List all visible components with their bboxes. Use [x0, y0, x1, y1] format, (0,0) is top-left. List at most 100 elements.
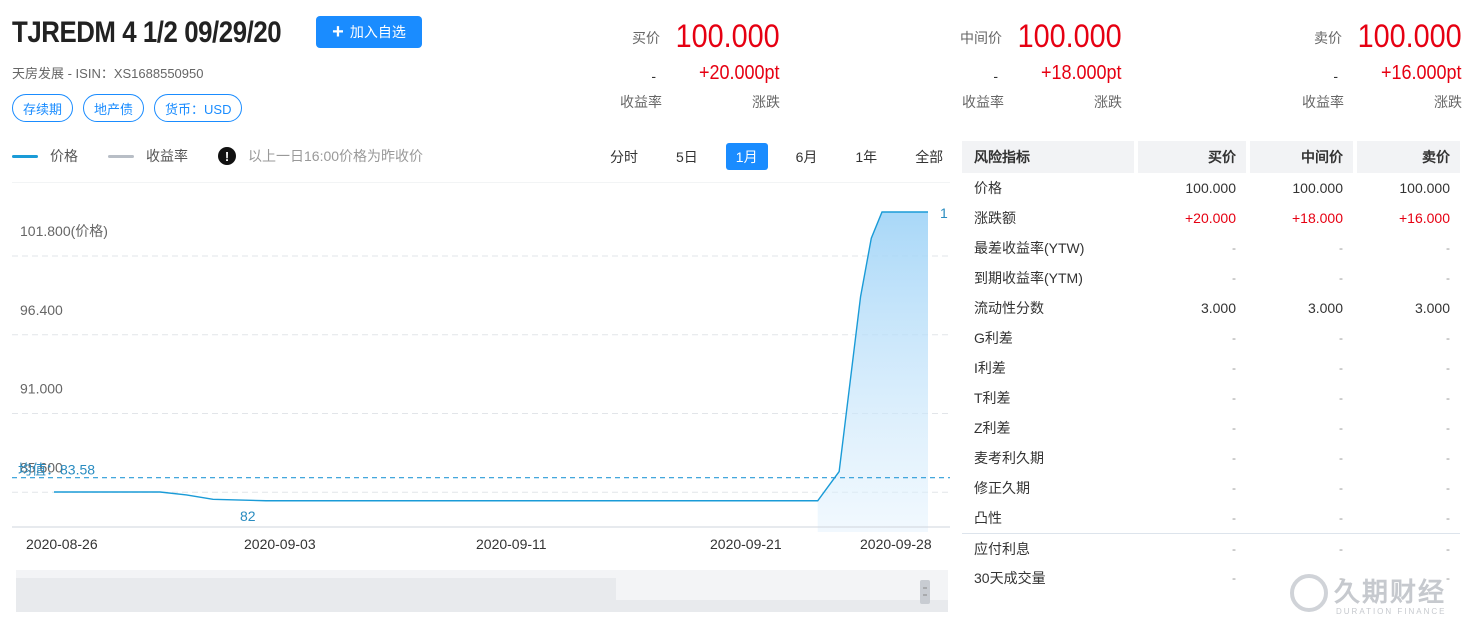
quote-yield-label: 收益率: [620, 94, 662, 110]
period-1m[interactable]: 1月: [725, 143, 768, 170]
average-label: 均值：83.58: [18, 462, 95, 478]
risk-table-row: I利差 - - -: [962, 353, 1460, 383]
risk-table-row: 涨跌额 +20.000 +18.000 +16.000: [962, 203, 1460, 233]
risk-metric-label: T利差: [974, 390, 1011, 406]
quote-label: 中间价: [960, 30, 1002, 46]
quote-bid: 买价 100.000 - +20.000pt 收益率 涨跌: [600, 14, 780, 114]
legend-yield-swatch: [108, 154, 134, 158]
period-5d[interactable]: 5日: [666, 143, 708, 170]
risk-metric-value: -: [1446, 421, 1450, 435]
legend-yield[interactable]: 收益率: [108, 146, 188, 166]
bond-title: TJREDM 4 1/2 09/29/20: [12, 16, 282, 49]
risk-metric-value: -: [1232, 361, 1236, 375]
risk-metric-value: -: [1232, 241, 1236, 255]
risk-metric-label: 麦考利久期: [974, 450, 1044, 466]
y-tick-label: 91.000: [20, 381, 63, 397]
risk-metric-value: -: [1446, 391, 1450, 405]
period-intraday[interactable]: 分时: [600, 143, 648, 170]
watermark: 久期财经 DURATION FINANCE: [1290, 572, 1447, 616]
quote-change: +20.000pt: [699, 62, 780, 84]
risk-metric-value: 100.000: [1399, 180, 1450, 196]
risk-metric-value: +18.000: [1292, 210, 1343, 226]
risk-metric-value: -: [1232, 271, 1236, 285]
quote-change: +16.000pt: [1381, 62, 1462, 84]
price-chart-svg: 101.800(价格)96.40091.00085.600均值：83.58821…: [12, 182, 950, 552]
quote-yield: -: [993, 68, 998, 84]
risk-metric-value: 100.000: [1292, 180, 1343, 196]
risk-metric-label: 价格: [974, 180, 1002, 196]
risk-metric-value: -: [1446, 331, 1450, 345]
price-chart[interactable]: 101.800(价格) 96.400 91.000 85.600 均值：83.58 82 1…: [12, 182, 950, 562]
header-mid: 中间价: [1250, 141, 1353, 173]
risk-metric-value: -: [1232, 571, 1236, 585]
x-tick-label: 2020-09-03: [244, 536, 316, 552]
risk-metric-value: 3.000: [1307, 300, 1343, 316]
quote-ask: 卖价 100.000 - +16.000pt 收益率 涨跌: [1282, 14, 1462, 114]
legend-price[interactable]: 价格: [12, 146, 78, 166]
period-1y[interactable]: 1年: [845, 143, 887, 170]
risk-table-header: 风险指标 买价 中间价 卖价: [962, 141, 1460, 173]
watermark-cn: 久期财经: [1334, 577, 1447, 607]
risk-metric-value: -: [1446, 241, 1450, 255]
chart-navigator[interactable]: [16, 570, 948, 612]
risk-table-row: Z利差 - - -: [962, 413, 1460, 443]
x-tick-label: 2020-09-11: [476, 536, 547, 552]
risk-metric-label: 流动性分数: [974, 300, 1044, 316]
risk-metric-label: I利差: [974, 360, 1006, 376]
risk-metric-label: G利差: [974, 330, 1013, 346]
add-to-watchlist-button[interactable]: + 加入自选: [316, 16, 422, 48]
max-label: 1: [940, 205, 948, 221]
risk-metric-label: 涨跌额: [974, 210, 1016, 226]
risk-metric-value: 3.000: [1414, 300, 1450, 316]
quote-price: 100.000: [1017, 18, 1122, 54]
risk-table-row: 流动性分数 3.000 3.000 3.000: [962, 293, 1460, 323]
tag-sector[interactable]: 地产债: [83, 94, 145, 122]
watermark-en: DURATION FINANCE: [1336, 607, 1447, 616]
risk-metric-label: 到期收益率(YTM): [974, 270, 1083, 286]
risk-table-body: 价格 100.000 100.000 100.000 涨跌额 +20.000 +18.000…: [962, 173, 1460, 593]
legend-price-swatch: [12, 154, 38, 158]
period-all[interactable]: 全部: [905, 143, 953, 170]
tag-status[interactable]: 存续期: [12, 94, 74, 122]
close-price-note: 以上一日16:00价格为昨收价: [248, 148, 424, 164]
period-6m[interactable]: 6月: [786, 143, 828, 170]
risk-table-row: 修正久期 - - -: [962, 473, 1460, 503]
quote-yield: -: [651, 68, 656, 84]
quote-mid: 中间价 100.000 - +18.000pt 收益率 涨跌: [942, 14, 1122, 114]
quote-yield-label: 收益率: [962, 94, 1004, 110]
x-tick-label: 2020-08-26: [26, 536, 98, 552]
quote-change-label: 涨跌: [1094, 94, 1122, 110]
risk-metric-value: -: [1339, 481, 1343, 495]
risk-table-row: 到期收益率(YTM) - - -: [962, 263, 1460, 293]
risk-metric-label: 最差收益率(YTW): [974, 240, 1085, 256]
navigator-handle[interactable]: [920, 580, 930, 604]
risk-metric-value: -: [1446, 451, 1450, 465]
risk-metric-value: -: [1446, 361, 1450, 375]
quote-change-label: 涨跌: [752, 94, 780, 110]
quote-change-label: 涨跌: [1434, 94, 1462, 110]
navigator-svg: [16, 578, 948, 612]
risk-metric-value: -: [1232, 481, 1236, 495]
risk-metric-value: -: [1339, 541, 1343, 556]
risk-metric-value: 3.000: [1200, 300, 1236, 316]
risk-metric-value: -: [1446, 511, 1450, 525]
risk-metric-label: 凸性: [974, 510, 1002, 526]
quote-change: +18.000pt: [1041, 62, 1122, 84]
risk-metric-value: -: [1446, 541, 1450, 556]
plus-icon: +: [332, 21, 344, 43]
risk-metric-value: -: [1339, 391, 1343, 405]
issuer-isin: 天房发展 - ISIN：XS1688550950: [12, 66, 204, 81]
x-tick-label: 2020-09-28: [860, 536, 932, 552]
risk-table-row: 应付利息 - - -: [962, 533, 1460, 563]
tag-currency[interactable]: 货币：USD: [154, 94, 243, 122]
risk-metric-value: -: [1446, 481, 1450, 495]
chart-legend: 价格 收益率 ! 以上一日16:00价格为昨收价: [12, 146, 423, 166]
header-ask: 卖价: [1357, 141, 1460, 173]
risk-metric-value: -: [1339, 241, 1343, 255]
risk-metric-label: 应付利息: [974, 540, 1030, 557]
y-tick-label: 101.800(价格): [20, 223, 108, 239]
legend-price-label: 价格: [50, 148, 78, 164]
price-line: [54, 211, 928, 502]
risk-table-row: 价格 100.000 100.000 100.000: [962, 173, 1460, 203]
header-metric: 风险指标: [962, 141, 1134, 173]
